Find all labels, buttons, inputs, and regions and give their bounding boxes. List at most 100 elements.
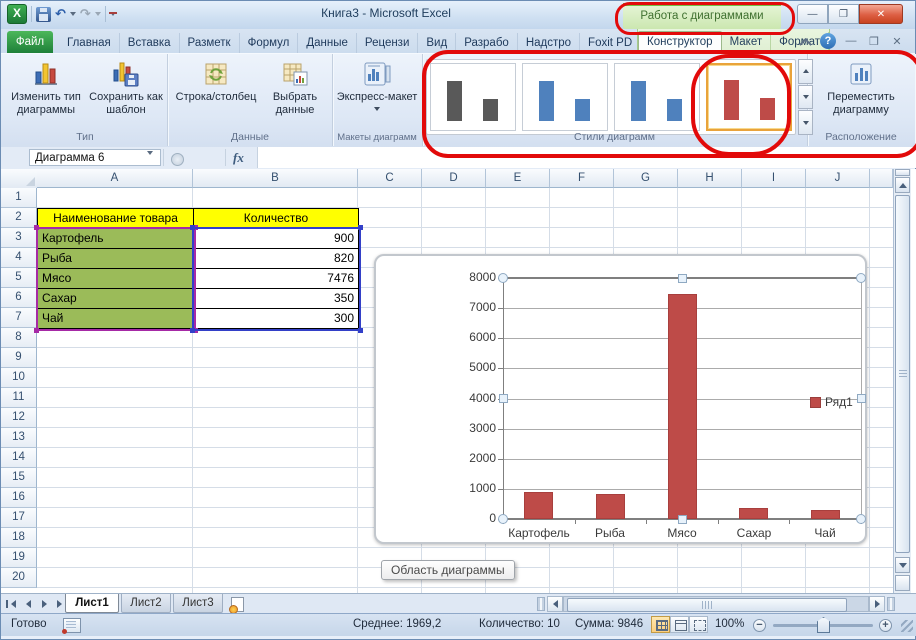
name-box[interactable]: Диаграмма 6 [29,149,161,166]
scrollbar-split-handle[interactable] [895,169,910,176]
selection-handle-circle[interactable] [856,273,866,283]
ribbon-tab-2[interactable]: Разметк [180,33,240,53]
column-header-F[interactable]: F [550,169,614,188]
restore-button[interactable]: ❐ [828,4,859,24]
ribbon-tab-3[interactable]: Формул [240,33,299,53]
column-header-D[interactable]: D [422,169,486,188]
row-header-1[interactable]: 1 [1,188,37,208]
sheet-tab-2[interactable]: Лист2 [121,594,171,613]
row-header-5[interactable]: 5 [1,268,37,288]
row-header-11[interactable]: 11 [1,388,37,408]
row-header-15[interactable]: 15 [1,468,37,488]
horizontal-scrollbar[interactable] [563,596,869,612]
vertical-scroll-thumb[interactable] [895,195,910,553]
formula-input[interactable] [257,147,916,168]
chart-bar-3[interactable] [668,294,697,519]
row-header-13[interactable]: 13 [1,428,37,448]
selection-handle-square[interactable] [678,274,687,283]
hscroll-left-button[interactable] [547,596,563,612]
resize-grip[interactable] [901,620,913,632]
contextual-tab-1[interactable]: Макет [722,32,772,53]
minimize-button[interactable]: — [797,4,828,24]
chart-style-option-4[interactable] [706,63,792,131]
range-handle[interactable] [190,328,195,333]
sheet-tab-3[interactable]: Лист3 [173,594,223,613]
workbook-restore-icon[interactable]: ❐ [866,33,882,49]
ribbon-tab-4[interactable]: Данные [298,33,357,53]
sheet-tab-1[interactable]: Лист1 [65,594,119,613]
row-header-18[interactable]: 18 [1,528,37,548]
zoom-slider-thumb[interactable] [817,617,830,633]
row-header-10[interactable]: 10 [1,368,37,388]
row-header-4[interactable]: 4 [1,248,37,268]
ribbon-tab-7[interactable]: Разрабо [456,33,518,53]
tab-file[interactable]: Файл [7,31,53,53]
cell-A2[interactable]: Наименование товара [37,208,194,229]
row-header-9[interactable]: 9 [1,348,37,368]
tab-split-handle[interactable] [537,597,545,611]
column-header-A[interactable]: A [37,169,193,188]
row-header-20[interactable]: 20 [1,568,37,588]
horizontal-scroll-thumb[interactable] [567,598,847,612]
chart-bar-2[interactable] [596,494,625,519]
excel-logo-icon[interactable] [7,4,27,24]
chart-bar-1[interactable] [524,492,553,519]
column-header-G[interactable]: G [614,169,678,188]
row-header-19[interactable]: 19 [1,548,37,568]
column-header-B[interactable]: B [193,169,358,188]
zoom-in-button[interactable]: + [879,619,892,632]
select-data-button[interactable]: Выбрать данные [263,57,327,117]
name-box-dropdown-icon[interactable] [147,151,153,155]
chart-style-option-3[interactable] [614,63,700,131]
ribbon-tab-6[interactable]: Вид [418,33,456,53]
row-header-16[interactable]: 16 [1,488,37,508]
selection-handle-square[interactable] [857,394,866,403]
worksheet-area[interactable]: ABCDEFGHIJ 12345678910111213141516171819… [1,169,916,593]
ribbon-tab-8[interactable]: Надстро [518,33,580,53]
insert-function-icon[interactable]: fx [233,150,244,166]
scrollbar-split-handle[interactable] [887,597,895,611]
range-handle[interactable] [358,225,363,230]
redo-icon[interactable]: ↷ [80,6,91,22]
selection-handle-circle[interactable] [498,273,508,283]
chart-legend[interactable]: Ряд1 [810,395,853,409]
previous-sheet-icon[interactable] [22,597,35,611]
change-chart-type-button[interactable]: Изменить тип диаграммы [7,57,85,117]
row-header-3[interactable]: 3 [1,228,37,248]
first-sheet-icon[interactable] [6,597,19,611]
save-icon[interactable] [36,7,51,22]
page-layout-view-button[interactable] [670,616,689,633]
ribbon-tab-1[interactable]: Вставка [120,33,180,53]
workbook-close-icon[interactable]: ✕ [889,33,905,49]
move-chart-button[interactable]: Переместить диаграмму [817,57,905,117]
insert-worksheet-button[interactable] [227,596,251,612]
chart-object[interactable]: 010002000300040005000600070008000Картофе… [374,254,867,544]
range-handle[interactable] [34,328,39,333]
workbook-minimize-icon[interactable]: — [843,33,859,49]
selection-handle-circle[interactable] [856,514,866,524]
scroll-down-button[interactable] [895,557,910,573]
ribbon-tab-9[interactable]: Foxit PD [580,33,641,53]
zoom-level[interactable]: 100% [715,618,744,630]
undo-dropdown-icon[interactable] [70,12,76,16]
vertical-scrollbar[interactable] [893,169,911,593]
range-handle[interactable] [34,225,39,230]
page-break-view-button[interactable] [689,616,708,633]
ribbon-tab-0[interactable]: Главная [59,33,120,53]
quick-layout-button[interactable]: Экспресс-макет [336,57,418,111]
chart-style-option-2[interactable] [522,63,608,131]
chart-bar-4[interactable] [739,508,768,519]
hscroll-right-button[interactable] [869,596,885,612]
next-sheet-icon[interactable] [38,597,51,611]
scroll-up-button[interactable] [895,177,910,193]
contextual-tab-0[interactable]: Конструктор [638,31,722,53]
column-header-J[interactable]: J [806,169,870,188]
close-button[interactable]: ✕ [859,4,903,24]
minimize-ribbon-icon[interactable] [797,33,813,49]
customize-qat-icon[interactable] [110,12,116,16]
column-header-C[interactable]: C [358,169,422,188]
row-header-12[interactable]: 12 [1,408,37,428]
normal-view-button[interactable] [651,616,670,633]
column-header-E[interactable]: E [486,169,550,188]
row-header-6[interactable]: 6 [1,288,37,308]
